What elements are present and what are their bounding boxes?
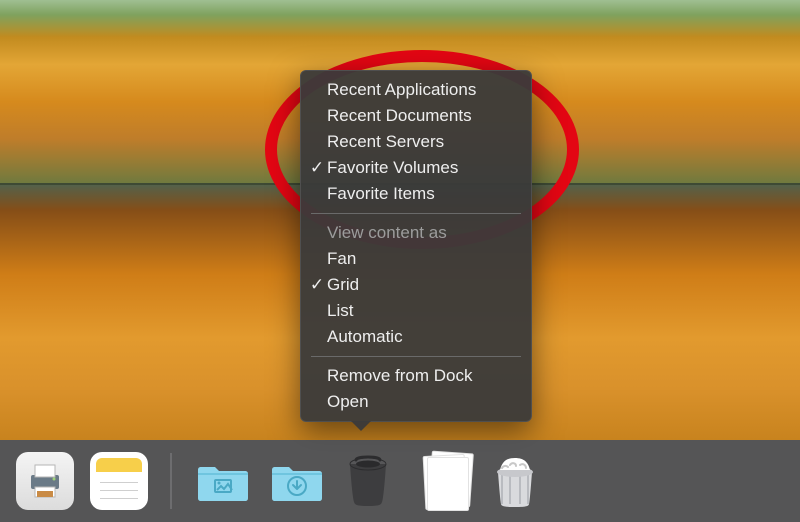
downloads-folder-icon[interactable]	[268, 452, 326, 510]
menu-item-label: Grid	[327, 272, 359, 298]
dock-stack-context-menu: Recent ApplicationsRecent DocumentsRecen…	[300, 70, 532, 422]
menu-item-label: View content as	[327, 220, 447, 246]
desktop: Recent ApplicationsRecent DocumentsRecen…	[0, 0, 800, 522]
menu-item[interactable]: Favorite Items	[301, 181, 531, 207]
menu-item-label: Remove from Dock	[327, 363, 472, 389]
menu-item[interactable]: Recent Servers	[301, 129, 531, 155]
menu-item-label: Favorite Volumes	[327, 155, 458, 181]
trash-icon[interactable]	[490, 452, 548, 510]
menu-item-label: Recent Applications	[327, 77, 476, 103]
menu-item[interactable]: Recent Documents	[301, 103, 531, 129]
dock	[0, 440, 800, 522]
menu-item[interactable]: ✓Grid	[301, 272, 531, 298]
menu-separator	[311, 356, 521, 357]
menu-item-label: Open	[327, 389, 369, 415]
menu-item-label: Fan	[327, 246, 356, 272]
menu-item[interactable]: Fan	[301, 246, 531, 272]
menu-item[interactable]: Automatic	[301, 324, 531, 350]
documents-stack-icon[interactable]	[416, 452, 474, 510]
checkmark-icon: ✓	[309, 155, 325, 181]
dock-divider	[170, 453, 172, 509]
menu-item-label: Recent Documents	[327, 103, 472, 129]
menu-item-label: List	[327, 298, 353, 324]
menu-item[interactable]: ✓Favorite Volumes	[301, 155, 531, 181]
recent-items-stack-icon[interactable]	[342, 452, 400, 510]
menu-item-label: Favorite Items	[327, 181, 435, 207]
menu-item-label: Automatic	[327, 324, 403, 350]
printer-app-icon[interactable]	[16, 452, 74, 510]
menu-item[interactable]: Open	[301, 389, 531, 415]
menu-item-label: Recent Servers	[327, 129, 444, 155]
pictures-folder-icon[interactable]	[194, 452, 252, 510]
menu-item[interactable]: Recent Applications	[301, 77, 531, 103]
menu-item[interactable]: List	[301, 298, 531, 324]
menu-item[interactable]: Remove from Dock	[301, 363, 531, 389]
notes-app-icon[interactable]	[90, 452, 148, 510]
checkmark-icon: ✓	[309, 272, 325, 298]
menu-item: View content as	[301, 220, 531, 246]
menu-separator	[311, 213, 521, 214]
